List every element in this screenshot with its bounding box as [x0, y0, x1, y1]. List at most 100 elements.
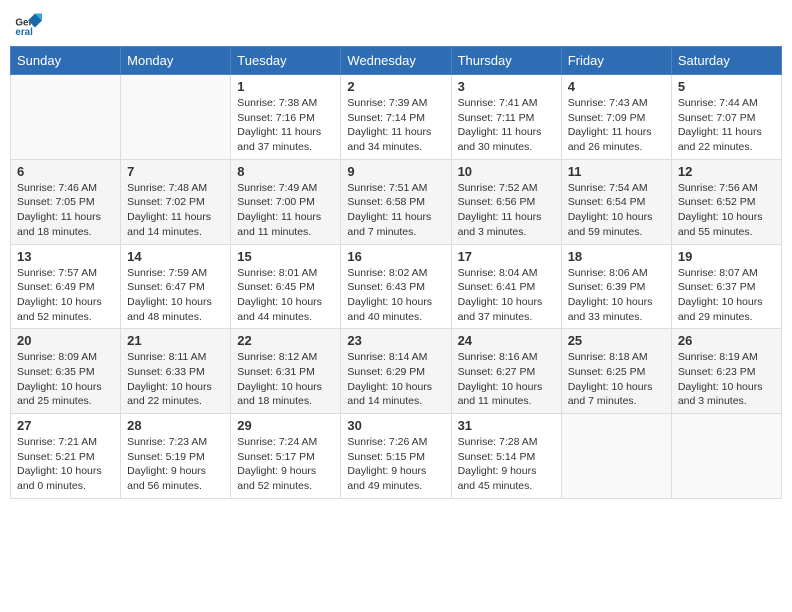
day-info: Sunrise: 7:44 AMSunset: 7:07 PMDaylight:…	[678, 96, 775, 155]
day-number: 31	[458, 418, 555, 433]
day-info: Sunrise: 7:52 AMSunset: 6:56 PMDaylight:…	[458, 181, 555, 240]
calendar-day-cell: 8Sunrise: 7:49 AMSunset: 7:00 PMDaylight…	[231, 159, 341, 244]
day-number: 12	[678, 164, 775, 179]
calendar-day-cell: 30 Sunrise: 7:26 AMSunset: 5:15 PMDayligh…	[341, 414, 451, 499]
calendar-day-cell: 3Sunrise: 7:41 AMSunset: 7:11 PMDaylight…	[451, 75, 561, 160]
page-header: Gen eral	[10, 10, 782, 38]
day-number: 15	[237, 249, 334, 264]
day-number: 1	[237, 79, 334, 94]
calendar-day-cell: 22Sunrise: 8:12 AMSunset: 6:31 PMDayligh…	[231, 329, 341, 414]
day-info: Sunrise: 7:39 AMSunset: 7:14 PMDaylight:…	[347, 96, 444, 155]
day-number: 27	[17, 418, 114, 433]
day-info: Sunrise: 7:26 AMSunset: 5:15 PMDaylight:…	[347, 435, 444, 494]
calendar-day-cell: 7Sunrise: 7:48 AMSunset: 7:02 PMDaylight…	[121, 159, 231, 244]
calendar-day-cell: 29Sunrise: 7:24 AMSunset: 5:17 PMDayligh…	[231, 414, 341, 499]
calendar-day-cell: 1 Sunrise: 7:38 AMSunset: 7:16 PMDaylight…	[231, 75, 341, 160]
day-info: Sunrise: 8:11 AMSunset: 6:33 PMDaylight:…	[127, 350, 224, 409]
calendar-day-cell: 18 Sunrise: 8:06 AMSunset: 6:39 PMDayligh…	[561, 244, 671, 329]
day-info: Sunrise: 7:23 AMSunset: 5:19 PMDaylight:…	[127, 435, 224, 494]
day-info: Sunrise: 7:46 AMSunset: 7:05 PMDaylight:…	[17, 181, 114, 240]
calendar-week-row: 27 Sunrise: 7:21 AMSunset: 5:21 PMDayligh…	[11, 414, 782, 499]
calendar-header-row: SundayMondayTuesdayWednesdayThursdayFrid…	[11, 47, 782, 75]
logo-icon: Gen eral	[14, 10, 42, 38]
day-info: Sunrise: 8:07 AMSunset: 6:37 PMDaylight:…	[678, 266, 775, 325]
logo: Gen eral	[14, 10, 46, 38]
day-info: Sunrise: 7:28 AMSunset: 5:14 PMDaylight:…	[458, 435, 555, 494]
day-info: Sunrise: 8:18 AMSunset: 6:25 PMDaylight:…	[568, 350, 665, 409]
day-number: 14	[127, 249, 224, 264]
calendar-day-cell: 16 Sunrise: 8:02 AMSunset: 6:43 PMDayligh…	[341, 244, 451, 329]
calendar-day-cell: 24 Sunrise: 8:16 AMSunset: 6:27 PMDayligh…	[451, 329, 561, 414]
day-info: Sunrise: 7:59 AMSunset: 6:47 PMDaylight:…	[127, 266, 224, 325]
day-number: 20	[17, 333, 114, 348]
day-number: 9	[347, 164, 444, 179]
day-number: 30	[347, 418, 444, 433]
calendar-day-cell: 26 Sunrise: 8:19 AMSunset: 6:23 PMDayligh…	[671, 329, 781, 414]
day-number: 11	[568, 164, 665, 179]
calendar-day-cell: 12 Sunrise: 7:56 AMSunset: 6:52 PMDayligh…	[671, 159, 781, 244]
day-number: 17	[458, 249, 555, 264]
day-info: Sunrise: 7:43 AMSunset: 7:09 PMDaylight:…	[568, 96, 665, 155]
day-number: 16	[347, 249, 444, 264]
calendar-day-cell: 23Sunrise: 8:14 AMSunset: 6:29 PMDayligh…	[341, 329, 451, 414]
day-info: Sunrise: 7:48 AMSunset: 7:02 PMDaylight:…	[127, 181, 224, 240]
day-number: 3	[458, 79, 555, 94]
day-number: 6	[17, 164, 114, 179]
calendar-day-cell	[561, 414, 671, 499]
calendar-week-row: 20 Sunrise: 8:09 AMSunset: 6:35 PMDayligh…	[11, 329, 782, 414]
calendar-day-cell: 11 Sunrise: 7:54 AMSunset: 6:54 PMDayligh…	[561, 159, 671, 244]
calendar-week-row: 1 Sunrise: 7:38 AMSunset: 7:16 PMDaylight…	[11, 75, 782, 160]
day-of-week-header: Wednesday	[341, 47, 451, 75]
day-info: Sunrise: 8:04 AMSunset: 6:41 PMDaylight:…	[458, 266, 555, 325]
day-info: Sunrise: 7:51 AMSunset: 6:58 PMDaylight:…	[347, 181, 444, 240]
day-number: 28	[127, 418, 224, 433]
day-number: 2	[347, 79, 444, 94]
calendar-day-cell: 10 Sunrise: 7:52 AMSunset: 6:56 PMDayligh…	[451, 159, 561, 244]
day-number: 19	[678, 249, 775, 264]
calendar-day-cell: 21 Sunrise: 8:11 AMSunset: 6:33 PMDayligh…	[121, 329, 231, 414]
calendar-day-cell: 4 Sunrise: 7:43 AMSunset: 7:09 PMDaylight…	[561, 75, 671, 160]
day-of-week-header: Sunday	[11, 47, 121, 75]
day-number: 13	[17, 249, 114, 264]
day-number: 5	[678, 79, 775, 94]
calendar-day-cell: 27 Sunrise: 7:21 AMSunset: 5:21 PMDayligh…	[11, 414, 121, 499]
svg-text:eral: eral	[15, 27, 33, 38]
day-of-week-header: Saturday	[671, 47, 781, 75]
day-info: Sunrise: 8:06 AMSunset: 6:39 PMDaylight:…	[568, 266, 665, 325]
calendar-week-row: 13 Sunrise: 7:57 AMSunset: 6:49 PMDayligh…	[11, 244, 782, 329]
day-info: Sunrise: 8:09 AMSunset: 6:35 PMDaylight:…	[17, 350, 114, 409]
calendar-day-cell: 14 Sunrise: 7:59 AMSunset: 6:47 PMDayligh…	[121, 244, 231, 329]
calendar-day-cell	[121, 75, 231, 160]
calendar-day-cell: 13 Sunrise: 7:57 AMSunset: 6:49 PMDayligh…	[11, 244, 121, 329]
calendar-table: SundayMondayTuesdayWednesdayThursdayFrid…	[10, 46, 782, 499]
calendar-day-cell: 19 Sunrise: 8:07 AMSunset: 6:37 PMDayligh…	[671, 244, 781, 329]
calendar-day-cell: 9 Sunrise: 7:51 AMSunset: 6:58 PMDaylight…	[341, 159, 451, 244]
day-number: 18	[568, 249, 665, 264]
day-info: Sunrise: 7:21 AMSunset: 5:21 PMDaylight:…	[17, 435, 114, 494]
day-info: Sunrise: 7:54 AMSunset: 6:54 PMDaylight:…	[568, 181, 665, 240]
calendar-day-cell	[671, 414, 781, 499]
day-info: Sunrise: 8:16 AMSunset: 6:27 PMDaylight:…	[458, 350, 555, 409]
day-info: Sunrise: 8:19 AMSunset: 6:23 PMDaylight:…	[678, 350, 775, 409]
day-info: Sunrise: 8:14 AMSunset: 6:29 PMDaylight:…	[347, 350, 444, 409]
day-of-week-header: Tuesday	[231, 47, 341, 75]
day-of-week-header: Friday	[561, 47, 671, 75]
day-number: 24	[458, 333, 555, 348]
day-info: Sunrise: 7:38 AMSunset: 7:16 PMDaylight:…	[237, 96, 334, 155]
day-number: 4	[568, 79, 665, 94]
day-of-week-header: Thursday	[451, 47, 561, 75]
day-number: 21	[127, 333, 224, 348]
day-info: Sunrise: 7:24 AMSunset: 5:17 PMDaylight:…	[237, 435, 334, 494]
day-info: Sunrise: 7:57 AMSunset: 6:49 PMDaylight:…	[17, 266, 114, 325]
day-info: Sunrise: 7:56 AMSunset: 6:52 PMDaylight:…	[678, 181, 775, 240]
day-info: Sunrise: 8:02 AMSunset: 6:43 PMDaylight:…	[347, 266, 444, 325]
calendar-day-cell: 31 Sunrise: 7:28 AMSunset: 5:14 PMDayligh…	[451, 414, 561, 499]
calendar-day-cell: 2 Sunrise: 7:39 AMSunset: 7:14 PMDaylight…	[341, 75, 451, 160]
day-number: 10	[458, 164, 555, 179]
day-number: 8	[237, 164, 334, 179]
day-number: 25	[568, 333, 665, 348]
calendar-day-cell: 25 Sunrise: 8:18 AMSunset: 6:25 PMDayligh…	[561, 329, 671, 414]
day-number: 26	[678, 333, 775, 348]
calendar-day-cell: 5 Sunrise: 7:44 AMSunset: 7:07 PMDaylight…	[671, 75, 781, 160]
day-info: Sunrise: 8:01 AMSunset: 6:45 PMDaylight:…	[237, 266, 334, 325]
